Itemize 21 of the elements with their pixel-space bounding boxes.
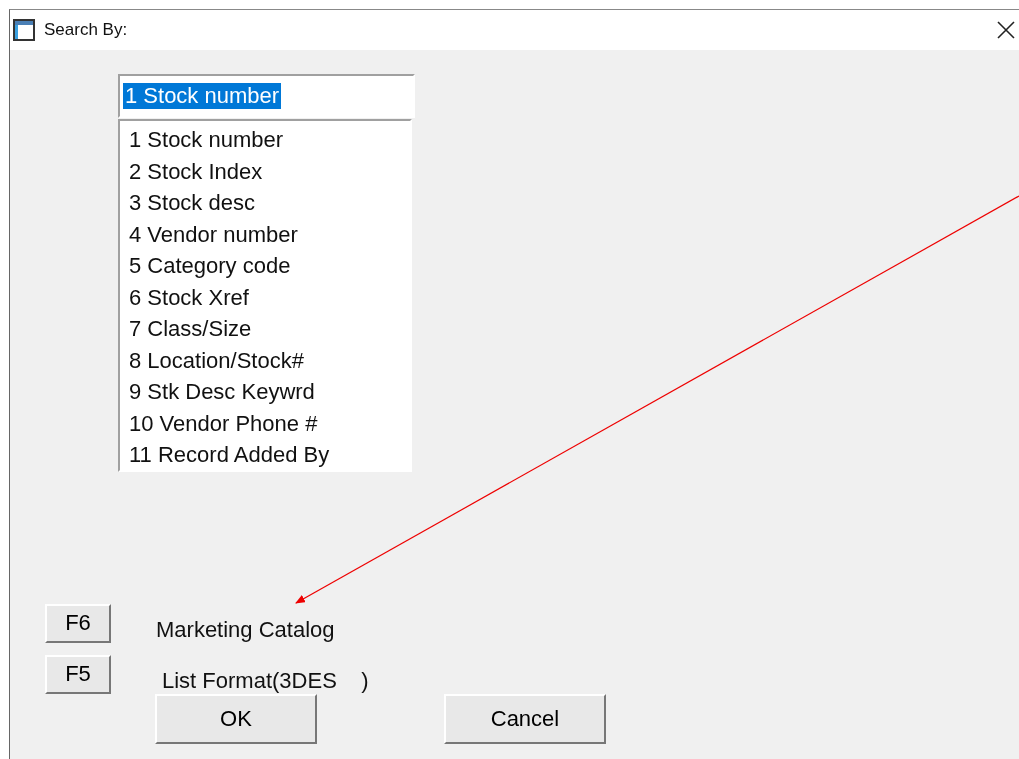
close-icon[interactable]: [997, 21, 1015, 39]
list-item[interactable]: 10 Vendor Phone #: [120, 407, 410, 439]
window-title: Search By:: [44, 20, 128, 40]
window-icon: [13, 19, 35, 41]
list-item[interactable]: 4 Vendor number: [120, 218, 410, 250]
function-key-button[interactable]: F5: [45, 654, 111, 694]
list-item[interactable]: 1 Stock number: [120, 124, 410, 156]
list-item[interactable]: 11 Record Added By: [120, 439, 410, 471]
list-item[interactable]: 3 Stock desc: [120, 187, 410, 219]
search-field[interactable]: 1 Stock number: [118, 74, 415, 118]
list-item[interactable]: 9 Stk Desc Keywrd: [120, 376, 410, 408]
function-key-button[interactable]: F6: [45, 603, 111, 643]
function-key-label: List Format(3DES ): [162, 668, 369, 694]
list-item[interactable]: 7 Class/Size: [120, 313, 410, 345]
list-item[interactable]: 6 Stock Xref: [120, 281, 410, 313]
list-item[interactable]: 5 Category code: [120, 250, 410, 282]
function-key-label: Marketing Catalog: [156, 617, 335, 643]
list-item[interactable]: 8 Location/Stock#: [120, 344, 410, 376]
ok-button[interactable]: OK: [155, 694, 317, 744]
cancel-button[interactable]: Cancel: [444, 694, 606, 744]
list-item[interactable]: 2 Stock Index: [120, 155, 410, 187]
